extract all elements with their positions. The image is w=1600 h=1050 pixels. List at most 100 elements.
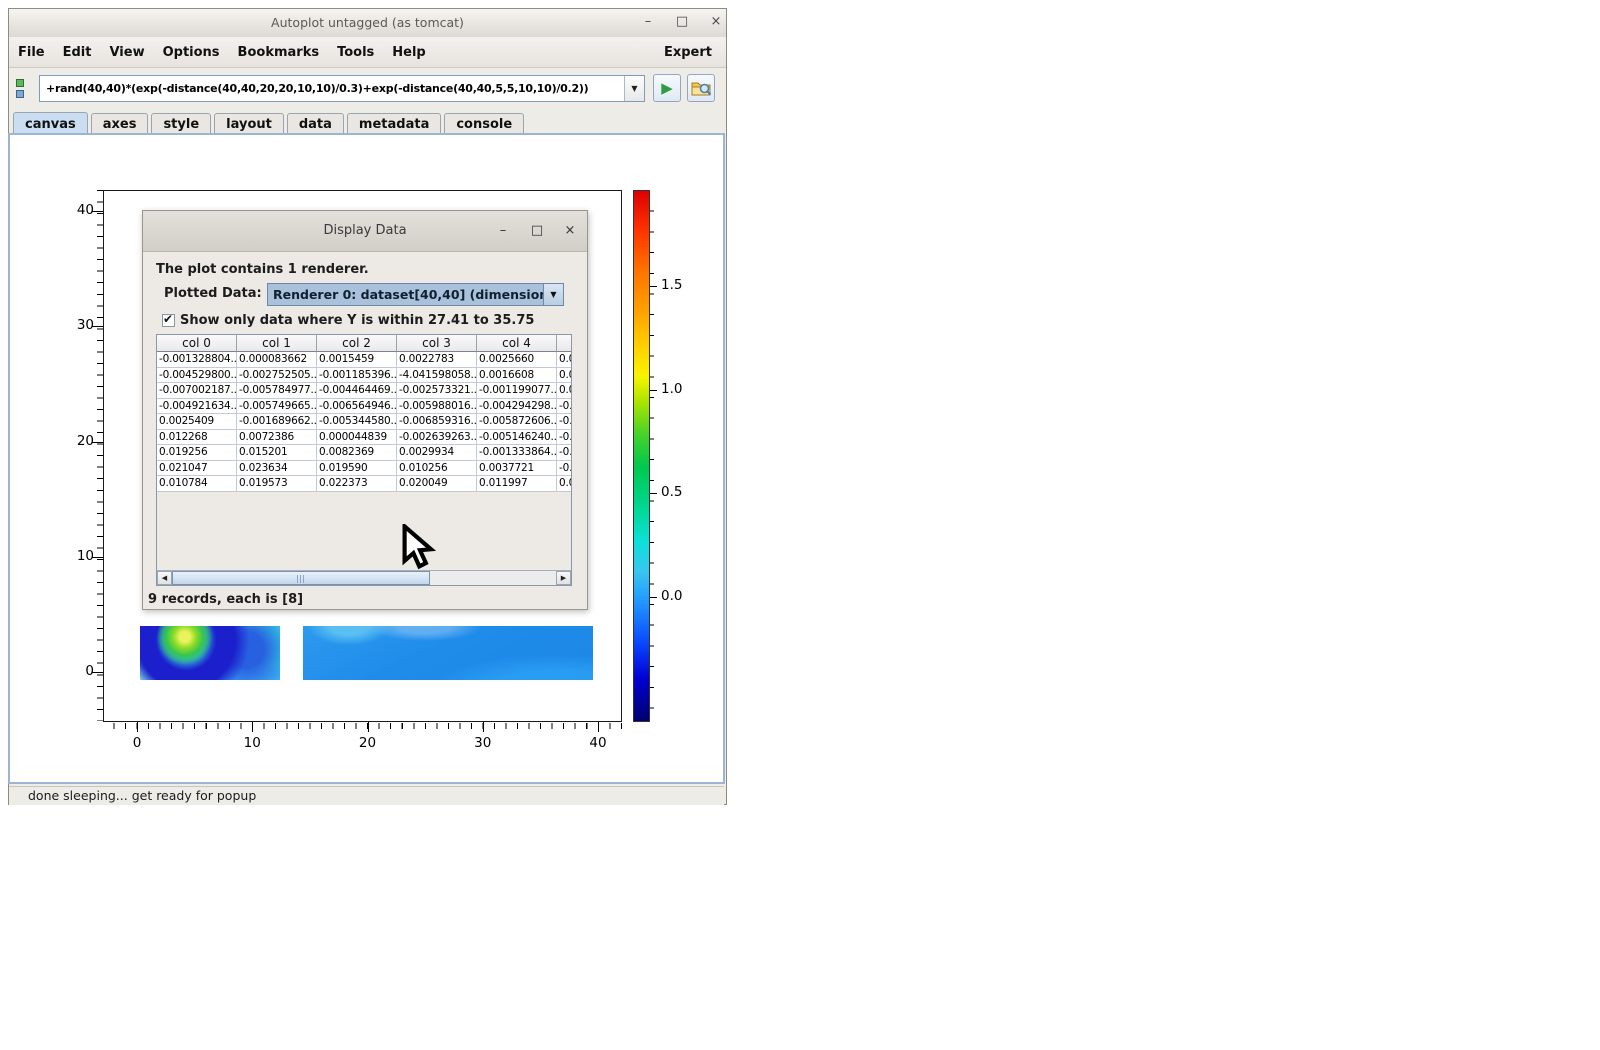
dialog-title-bar[interactable]: Display Data – □ × [143, 211, 587, 252]
table-cell[interactable]: -0.002752505... [237, 368, 317, 384]
heatmap-patch-left[interactable] [140, 626, 280, 680]
table-cell[interactable]: -0.002573321... [397, 383, 477, 399]
column-header[interactable]: col 5 [557, 335, 572, 352]
table-cell[interactable]: 0.021047 [157, 461, 237, 477]
table-cell[interactable]: 0.0025660 [477, 352, 557, 368]
tab-axes[interactable]: axes [91, 113, 149, 134]
menu-edit[interactable]: Edit [54, 38, 101, 67]
menu-file[interactable]: File [9, 38, 54, 67]
plot-go-button[interactable]: ▶ [653, 74, 681, 102]
table-cell[interactable]: -0.00 [557, 414, 572, 430]
column-header[interactable]: col 4 [477, 335, 557, 352]
table-cell[interactable]: -4.041598058... [397, 368, 477, 384]
table-cell[interactable]: 0.015201 [237, 445, 317, 461]
combo-dropdown-icon[interactable]: ▼ [543, 284, 563, 305]
uri-input[interactable]: +rand(40,40)*(exp(-distance(40,40,20,20,… [40, 76, 624, 101]
table-cell[interactable]: 0.000083662 [237, 352, 317, 368]
tab-layout[interactable]: layout [214, 113, 284, 134]
table-cell[interactable]: 0.019590 [317, 461, 397, 477]
table-cell[interactable]: -0.006564946... [317, 399, 397, 415]
table-cell[interactable]: -0.00 [557, 399, 572, 415]
filter-checkbox[interactable]: ✔ [162, 314, 175, 327]
menu-help[interactable]: Help [383, 38, 434, 67]
table-cell[interactable]: 0.000044839 [317, 430, 397, 446]
menu-bookmarks[interactable]: Bookmarks [229, 38, 329, 67]
maximize-icon[interactable]: □ [672, 9, 692, 37]
minimize-icon[interactable]: – [638, 9, 658, 37]
table-cell[interactable]: 0.0072386 [237, 430, 317, 446]
tab-data[interactable]: data [287, 113, 344, 134]
menu-options[interactable]: Options [154, 38, 229, 67]
heatmap-patch-right[interactable] [303, 626, 593, 680]
table-cell[interactable]: 0.010256 [397, 461, 477, 477]
tab-metadata[interactable]: metadata [347, 113, 441, 134]
tab-style[interactable]: style [151, 113, 211, 134]
column-header[interactable]: col 0 [157, 335, 237, 352]
table-cell[interactable]: -0.001199077... [477, 383, 557, 399]
dialog-close-icon[interactable]: × [560, 217, 580, 245]
x-tick-label: 40 [581, 735, 615, 751]
table-cell[interactable]: -0.007002187... [157, 383, 237, 399]
table-cell[interactable]: 0.0022783 [397, 352, 477, 368]
table-cell[interactable]: -0.006859316... [397, 414, 477, 430]
close-icon[interactable]: × [706, 9, 726, 37]
table-cell[interactable]: 0.0016608 [477, 368, 557, 384]
table-cell[interactable]: -0.001328804... [157, 352, 237, 368]
table-cell[interactable]: 0.0037721 [477, 461, 557, 477]
table-cell[interactable]: 0.011997 [477, 476, 557, 492]
table-cell[interactable]: -0.004921634... [157, 399, 237, 415]
menu-tools[interactable]: Tools [328, 38, 383, 67]
title-bar[interactable]: Autoplot untagged (as tomcat) – □ × [9, 9, 726, 38]
table-cell[interactable]: 0.023634 [237, 461, 317, 477]
table-cell[interactable]: 0.000 [557, 352, 572, 368]
tab-console[interactable]: console [444, 113, 524, 134]
table-cell[interactable]: 0.012268 [157, 430, 237, 446]
table-cell[interactable]: -0.002639263... [397, 430, 477, 446]
menu-view[interactable]: View [100, 38, 153, 67]
table-cell[interactable]: 0.0029934 [397, 445, 477, 461]
table-cell[interactable]: 0.019573 [237, 476, 317, 492]
table-cell[interactable]: -0.005749665... [237, 399, 317, 415]
colorbar[interactable] [633, 190, 650, 722]
uri-dropdown-icon[interactable]: ▼ [624, 76, 644, 101]
table-cell[interactable]: -0.004529800... [157, 368, 237, 384]
scrollbar-thumb[interactable] [172, 571, 430, 585]
table-cell[interactable]: -0.005344580... [317, 414, 397, 430]
table-cell[interactable]: 0.020049 [397, 476, 477, 492]
table-cell[interactable]: -0.005872606... [477, 414, 557, 430]
table-cell[interactable]: 0.0082369 [317, 445, 397, 461]
table-cell[interactable]: -0.00 [557, 430, 572, 446]
green-square-icon [16, 79, 24, 87]
table-cell[interactable]: -0.001185396... [317, 368, 397, 384]
table-cell[interactable]: 0.000 [557, 368, 572, 384]
dialog-maximize-icon[interactable]: □ [527, 217, 547, 245]
inspect-uri-button[interactable] [687, 74, 715, 102]
table-cell[interactable]: -0.001689662... [237, 414, 317, 430]
table-cell[interactable]: 0.010784 [157, 476, 237, 492]
column-header[interactable]: col 2 [317, 335, 397, 352]
tab-canvas[interactable]: canvas [13, 112, 88, 134]
table-cell[interactable]: -0.00 [557, 461, 572, 477]
table-cell[interactable]: -0.004294298... [477, 399, 557, 415]
column-header[interactable]: col 3 [397, 335, 477, 352]
expert-toggle[interactable]: Expert [650, 45, 726, 60]
scroll-right-icon[interactable]: ▶ [556, 571, 571, 585]
horizontal-scrollbar[interactable]: ◀ ▶ [157, 570, 571, 585]
table-cell[interactable]: 0.022373 [317, 476, 397, 492]
column-header[interactable]: col 1 [237, 335, 317, 352]
table-cell[interactable]: -0.001333864... [477, 445, 557, 461]
table-cell[interactable]: 0.000 [557, 383, 572, 399]
colorbar-tick-label: 0.0 [661, 588, 682, 604]
scroll-left-icon[interactable]: ◀ [157, 571, 172, 585]
table-cell[interactable]: 0.0015459 [317, 352, 397, 368]
table-cell[interactable]: -0.005784977... [237, 383, 317, 399]
table-cell[interactable]: 0.0025409 [157, 414, 237, 430]
table-cell[interactable]: 0.000 [557, 476, 572, 492]
table-cell[interactable]: -0.00 [557, 445, 572, 461]
plotted-data-combo[interactable]: Renderer 0: dataset[40,40] (dimension...… [267, 283, 564, 306]
table-cell[interactable]: -0.005988016... [397, 399, 477, 415]
table-cell[interactable]: -0.004464469... [317, 383, 397, 399]
table-cell[interactable]: 0.019256 [157, 445, 237, 461]
dialog-minimize-icon[interactable]: – [493, 217, 513, 245]
table-cell[interactable]: -0.005146240... [477, 430, 557, 446]
